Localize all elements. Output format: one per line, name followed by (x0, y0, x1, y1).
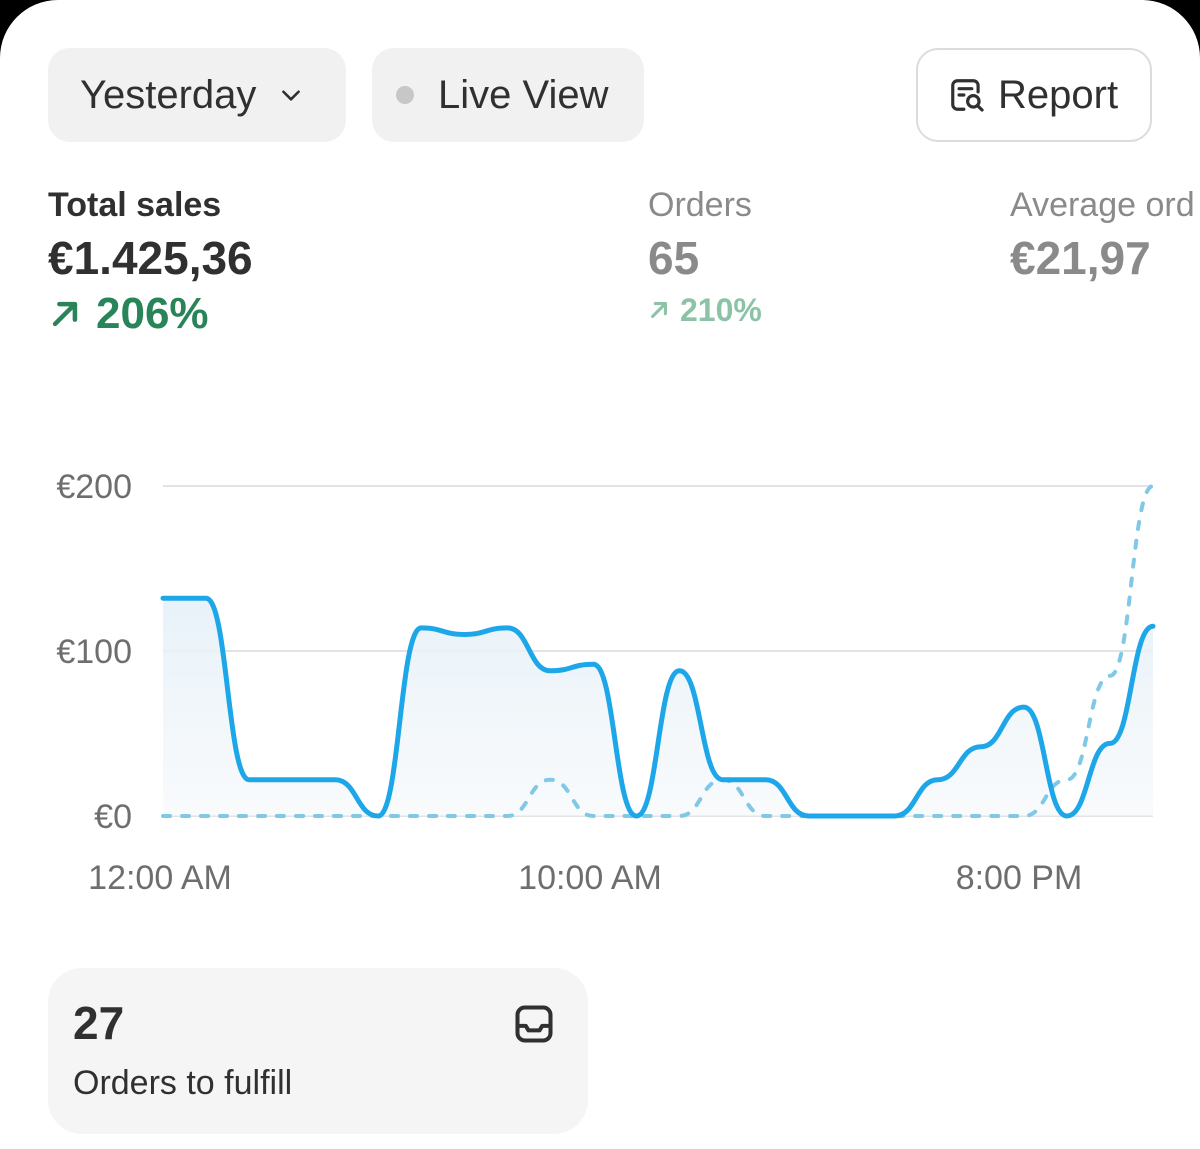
metric-value: 65 (648, 232, 700, 284)
metric-label: Total sales (48, 186, 222, 224)
fulfill-label: Orders to fulfill (73, 1064, 293, 1102)
report-search-icon (951, 79, 984, 112)
date-range-label: Yesterday (80, 72, 257, 117)
orders-to-fulfill-card[interactable]: 27 Orders to fulfill (48, 968, 588, 1134)
metric-average-order[interactable]: Average ord €21,97 (1010, 186, 1195, 284)
report-button[interactable]: Report (916, 48, 1152, 142)
metric-orders[interactable]: Orders 65 210% (648, 186, 762, 332)
metric-total-sales[interactable]: Total sales €1.425,36 206% (48, 186, 253, 340)
fulfill-count: 27 (73, 997, 125, 1049)
metric-change: 206% (48, 288, 253, 340)
inbox-icon (515, 1005, 553, 1043)
x-tick-label: 10:00 AM (518, 859, 662, 897)
chevron-down-icon (282, 90, 301, 101)
arrow-up-right-icon (651, 302, 667, 318)
analytics-screen: Yesterday Live View Report Total sales €… (0, 0, 1200, 1149)
arrow-up-right-icon (52, 301, 78, 327)
live-view-button[interactable]: Live View (372, 48, 644, 142)
metric-value: €1.425,36 (48, 232, 253, 284)
metric-value: €21,97 (1010, 232, 1151, 284)
metric-label: Average ord (1010, 186, 1195, 224)
y-tick-label: €200 (56, 468, 132, 506)
y-tick-label: €0 (94, 798, 132, 836)
metric-change-value: 210% (680, 292, 762, 328)
sales-chart[interactable]: €200 €100 €0 12:00 AM 10:00 AM 8:00 PM (0, 440, 1200, 910)
x-tick-label: 8:00 PM (956, 859, 1083, 897)
x-tick-label: 12:00 AM (88, 859, 232, 897)
metric-label: Orders (648, 186, 752, 224)
metric-change-value: 206% (96, 289, 209, 338)
status-dot-icon (396, 86, 414, 104)
date-range-selector[interactable]: Yesterday (48, 48, 346, 142)
live-view-label: Live View (438, 72, 609, 117)
current-series-area (163, 598, 1153, 816)
y-tick-label: €100 (56, 633, 132, 671)
report-label: Report (998, 72, 1119, 117)
metric-change: 210% (648, 288, 762, 332)
